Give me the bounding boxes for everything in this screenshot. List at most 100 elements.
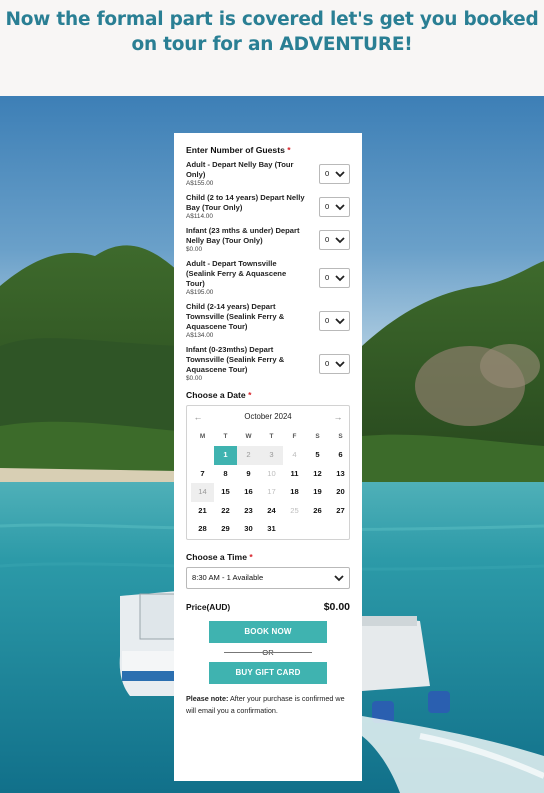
price-row: Price(AUD) $0.00 xyxy=(186,601,350,613)
calendar-day[interactable]: 15 xyxy=(214,483,237,501)
guest-quantity-select[interactable]: 0 xyxy=(319,268,350,288)
arrow-left-icon[interactable]: ← xyxy=(191,412,205,422)
calendar-day[interactable]: 21 xyxy=(191,502,214,520)
guest-row: Adult - Depart Nelly Bay (Tour Only) A$15… xyxy=(186,160,350,188)
calendar-weekday: F xyxy=(292,433,297,440)
calendar-day[interactable]: 19 xyxy=(306,483,329,501)
time-select[interactable]: 8:30 AM - 1 Available xyxy=(186,567,350,589)
price-label: Price(AUD) xyxy=(186,602,231,612)
guest-quantity-select[interactable]: 0 xyxy=(319,197,350,217)
calendar-day: 14 xyxy=(191,483,214,502)
calendar-day: 25 xyxy=(290,505,299,515)
calendar-day[interactable]: 26 xyxy=(306,502,329,520)
calendar-month-label: October 2024 xyxy=(244,412,292,421)
calendar-weekday: M xyxy=(199,433,206,440)
calendar-day[interactable]: 7 xyxy=(191,465,214,483)
calendar-day[interactable]: 18 xyxy=(283,483,306,501)
chevron-down-icon xyxy=(335,360,345,367)
calendar-day: 10 xyxy=(267,468,276,478)
guest-type-label: Child (2 to 14 years) Depart Nelly Bay (… xyxy=(186,193,305,212)
calendar-day[interactable]: 12 xyxy=(306,465,329,483)
page-headline: Now the formal part is covered let's get… xyxy=(0,0,544,96)
guest-type-label: Adult - Depart Townsville (Sealink Ferry… xyxy=(186,259,287,288)
time-select-value: 8:30 AM - 1 Available xyxy=(192,573,264,582)
guest-info: Child (2-14 years) Depart Townsville (Se… xyxy=(186,302,306,340)
guest-info: Infant (23 mths & under) Depart Nelly Ba… xyxy=(186,226,306,254)
calendar-weekday: S xyxy=(315,433,320,440)
book-now-button[interactable]: BOOK NOW xyxy=(209,621,327,643)
calendar-day[interactable]: 27 xyxy=(329,502,352,520)
buy-gift-card-button[interactable]: BUY GIFT CARD xyxy=(209,662,327,684)
guest-quantity-value: 0 xyxy=(325,169,330,178)
guest-info: Child (2 to 14 years) Depart Nelly Bay (… xyxy=(186,193,306,221)
guest-quantity-value: 0 xyxy=(325,273,330,282)
calendar-day[interactable]: 13 xyxy=(329,465,352,483)
purchase-note: Please note: After your purchase is conf… xyxy=(186,694,345,715)
guest-quantity-select[interactable]: 0 xyxy=(319,164,350,184)
calendar-day[interactable]: 24 xyxy=(260,502,283,520)
booking-form: Enter Number of Guests * Adult - Depart … xyxy=(174,133,362,781)
calendar-day: 17 xyxy=(267,487,276,497)
calendar-blank-cell xyxy=(191,446,214,464)
calendar-day[interactable]: 16 xyxy=(237,483,260,501)
calendar-day[interactable]: 28 xyxy=(191,520,214,538)
guest-info: Adult - Depart Townsville (Sealink Ferry… xyxy=(186,259,306,297)
calendar-day[interactable]: 9 xyxy=(237,465,260,483)
calendar-day: 2 xyxy=(237,446,260,465)
date-calendar: ← October 2024 → M T W T F S S 1 2 3 4 5 6 7 8 9 10 11 12 1… xyxy=(186,405,350,540)
chevron-down-icon xyxy=(335,274,345,281)
guest-price: A$155.00 xyxy=(186,180,214,187)
guest-quantity-select[interactable]: 0 xyxy=(319,354,350,374)
guest-price: A$134.00 xyxy=(186,332,214,339)
guest-type-label: Child (2-14 years) Depart Townsville (Se… xyxy=(186,302,285,331)
calendar-day[interactable]: 11 xyxy=(283,465,306,483)
calendar-weekday: S xyxy=(338,433,343,440)
guest-price: $0.00 xyxy=(186,375,202,382)
calendar-day[interactable]: 22 xyxy=(214,502,237,520)
arrow-right-icon[interactable]: → xyxy=(331,412,345,422)
calendar-day[interactable]: 6 xyxy=(329,446,352,464)
calendar-day: 3 xyxy=(260,446,283,465)
chevron-down-icon xyxy=(335,236,345,243)
calendar-day[interactable]: 30 xyxy=(237,520,260,538)
guest-type-label: Infant (0-23mths) Depart Townsville (Sea… xyxy=(186,345,285,374)
guest-quantity-select[interactable]: 0 xyxy=(319,311,350,331)
guest-price: $0.00 xyxy=(186,246,202,253)
guest-quantity-value: 0 xyxy=(325,235,330,244)
guest-type-label: Infant (23 mths & under) Depart Nelly Ba… xyxy=(186,226,300,245)
guest-type-label: Adult - Depart Nelly Bay (Tour Only) xyxy=(186,160,294,179)
price-value: $0.00 xyxy=(323,601,350,613)
guest-row: Adult - Depart Townsville (Sealink Ferry… xyxy=(186,259,350,297)
guest-info: Adult - Depart Nelly Bay (Tour Only) A$15… xyxy=(186,160,306,188)
calendar-weekday: W xyxy=(245,433,252,440)
calendar-day[interactable]: 5 xyxy=(306,446,329,464)
guest-price: A$114.00 xyxy=(186,213,213,220)
guest-quantity-value: 0 xyxy=(325,359,330,368)
chevron-down-icon xyxy=(335,170,345,177)
guest-price: A$195.00 xyxy=(186,289,214,296)
calendar-day[interactable]: 23 xyxy=(237,502,260,520)
calendar-day[interactable]: 29 xyxy=(214,520,237,538)
chevron-down-icon xyxy=(335,317,345,324)
or-divider: OR xyxy=(186,645,350,660)
chevron-down-icon xyxy=(335,203,345,210)
calendar-grid: M T W T F S S 1 2 3 4 5 6 7 8 9 10 11 12 13 14 15 16 17 18 19 20 21… xyxy=(191,428,345,538)
chevron-down-icon xyxy=(334,574,344,581)
date-section-label: Choose a Date * xyxy=(186,390,252,400)
guest-info: Infant (0-23mths) Depart Townsville (Sea… xyxy=(186,345,306,383)
guest-quantity-select[interactable]: 0 xyxy=(319,230,350,250)
calendar-day[interactable]: 8 xyxy=(214,465,237,483)
calendar-day[interactable]: 31 xyxy=(260,520,283,538)
guest-quantity-value: 0 xyxy=(325,202,330,211)
guest-row: Child (2 to 14 years) Depart Nelly Bay (… xyxy=(186,193,350,221)
calendar-weekday: T xyxy=(223,433,228,440)
guest-row: Infant (0-23mths) Depart Townsville (Sea… xyxy=(186,345,350,383)
guest-row: Infant (23 mths & under) Depart Nelly Ba… xyxy=(186,226,350,254)
calendar-day[interactable]: 1 xyxy=(214,446,237,465)
guest-row: Child (2-14 years) Depart Townsville (Se… xyxy=(186,302,350,340)
guest-list: Adult - Depart Nelly Bay (Tour Only) A$15… xyxy=(186,160,350,383)
calendar-weekday: T xyxy=(269,433,274,440)
calendar-day[interactable]: 20 xyxy=(329,483,352,501)
guests-section-label: Enter Number of Guests * xyxy=(186,145,291,155)
time-section-label: Choose a Time * xyxy=(186,552,253,562)
